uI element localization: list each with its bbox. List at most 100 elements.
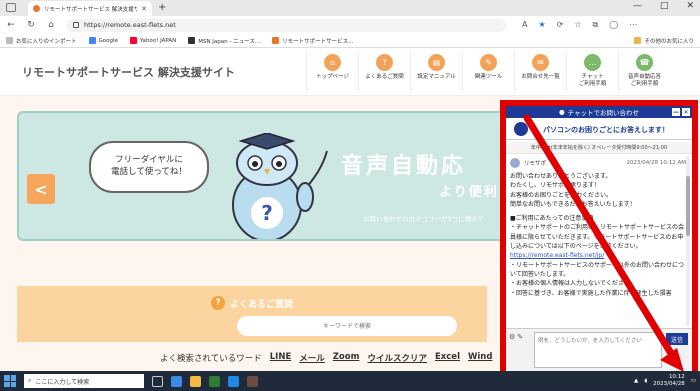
taskbar-app-explorer-icon[interactable] — [190, 375, 201, 387]
site-title[interactable]: リモートサポートサービス 解決支援サイト — [22, 64, 235, 80]
banner-headline: 音声自動応 — [341, 154, 467, 179]
chat-scrollbar[interactable] — [686, 156, 690, 326]
bookmark-import[interactable]: お気に入りのインポート — [6, 37, 77, 45]
nav-item-faq[interactable]: ? よくあるご質問 — [358, 52, 410, 92]
chat-input-area: ⚙ ✎ 送信 — [506, 328, 692, 372]
top-navigation: ⌂ トップページ ? よくあるご質問 ▤ 設定マニュアル ✎ 関連ツール ✉ お問合せ先一… — [306, 52, 670, 92]
back-icon[interactable]: ← — [6, 20, 16, 30]
taskbar-search[interactable]: ⌕ ここに入力して検索 — [24, 374, 144, 388]
more-menu-icon[interactable]: ⋯ — [629, 20, 637, 30]
collections-icon[interactable]: ⧉ — [593, 20, 599, 30]
network-icon[interactable]: ▲ — [634, 378, 638, 384]
book-icon: ▤ — [428, 54, 445, 71]
home-icon: ⌂ — [324, 54, 341, 71]
refresh-extension-icon[interactable]: ⟳ — [557, 20, 564, 30]
folder-icon — [634, 37, 642, 44]
nav-item-tools[interactable]: ✎ 関連ツール — [462, 52, 514, 92]
message-notice: ■ご利用にあたっての注意事項 ・チャットサポートのご利用は、リモートサポートサー… — [510, 215, 684, 251]
system-tray: ▲ ◖ 10:12 2023/04/28 ▭ — [634, 374, 696, 387]
bookmark-other-favorites[interactable]: その他のお気に入り — [634, 37, 694, 45]
volume-icon[interactable]: ◖ — [644, 378, 647, 384]
keyword-link-mail[interactable]: メール — [299, 352, 325, 364]
notifications-icon[interactable]: ▭ — [691, 378, 696, 384]
taskbar-app-chrome-icon[interactable] — [209, 375, 220, 387]
sender-avatar — [510, 158, 520, 168]
keyword-link-line[interactable]: LINE — [270, 352, 292, 364]
read-aloud-icon[interactable]: A — [522, 20, 527, 30]
clock-time: 10:12 — [668, 374, 685, 381]
bookmark-yahoo[interactable]: Yahoo! JAPAN — [129, 37, 176, 44]
chat-message: お問い合わせありがとうございます。 わたくし、リモサポが承ります！ お客様のお困… — [510, 172, 686, 298]
window-controls: — □ ✕ — [633, 1, 694, 11]
taskbar-search-placeholder: ここに入力して検索 — [35, 378, 90, 386]
faq-search-panel: ? よくあるご質問 — [17, 286, 487, 342]
site-favicon-icon — [33, 5, 40, 12]
faq-heading: ? よくあるご質問 — [17, 296, 487, 310]
yahoo-icon — [129, 37, 137, 44]
nav-item-manual[interactable]: ▤ 設定マニュアル — [410, 52, 462, 92]
settings-gear-icon[interactable]: ⚙ — [509, 333, 515, 341]
popular-keywords: よく検索されているワード LINE メール Zoom ウイルスクリア Excel… — [160, 352, 492, 364]
task-view-icon[interactable] — [152, 375, 163, 387]
popular-keywords-label: よく検索されているワード — [160, 354, 262, 364]
keyword-search-input[interactable] — [237, 316, 457, 336]
nav-item-contacts[interactable]: ✉ お問合せ先一覧 — [514, 52, 566, 92]
keyword-link-windows[interactable]: Wind — [468, 352, 492, 364]
bookmark-msn[interactable]: MSN Japan - ニュース... — [188, 37, 260, 45]
chat-minimize-button[interactable]: — — [672, 108, 680, 116]
google-icon — [88, 37, 96, 44]
chat-icon: … — [584, 54, 601, 71]
chat-hours: 年中無休(年末年始を除く) オペレータ受付時間9:00〜21:00 — [506, 142, 692, 154]
profile-icon[interactable]: ◯ — [609, 20, 618, 30]
chat-message-list[interactable]: リモサポ 2023/04/28 10:12 AM お問い合わせありがとうございま… — [510, 158, 686, 326]
keyword-link-excel[interactable]: Excel — [435, 352, 460, 364]
bookmarks-bar: お気に入りのインポート Google Yahoo! JAPAN MSN Japa… — [0, 34, 700, 48]
carousel-prev-button[interactable]: < — [27, 174, 55, 204]
question-icon: ? — [376, 54, 393, 71]
lock-icon — [73, 22, 79, 28]
tab-title: リモートサポートサービス 解決支援サイト — [44, 6, 138, 13]
site-header: リモートサポートサービス 解決支援サイト ⌂ トップページ ? よくあるご質問 ▤ 設… — [0, 48, 700, 96]
browser-tab[interactable]: リモートサポートサービス 解決支援サイト ✕ — [28, 1, 152, 16]
minimize-button[interactable]: — — [633, 1, 642, 11]
chat-scrollbar-thumb[interactable] — [686, 176, 690, 236]
maximize-button[interactable]: □ — [660, 1, 669, 11]
tool-icon: ✎ — [480, 54, 497, 71]
home-icon[interactable]: ⌂ — [46, 20, 56, 30]
nav-item-chat-guide[interactable]: … チャット ご利用手順 — [566, 52, 618, 92]
chat-send-button[interactable]: 送信 — [666, 333, 688, 345]
tab-close-icon[interactable]: ✕ — [141, 5, 147, 13]
chat-close-button[interactable]: ✕ — [682, 108, 690, 116]
tab-actions-icon[interactable] — [6, 3, 16, 12]
keyword-link-zoom[interactable]: Zoom — [333, 352, 360, 364]
new-tab-button[interactable]: + — [158, 2, 166, 13]
chat-message-input[interactable] — [534, 332, 662, 368]
close-window-button[interactable]: ✕ — [686, 1, 694, 11]
message-meta: リモサポ 2023/04/28 10:12 AM — [510, 158, 686, 168]
chat-tools: ⚙ ✎ — [509, 333, 523, 341]
chat-header-title: チャットでお問い合わせ — [567, 109, 640, 117]
favorites-icon[interactable]: ☆ — [574, 20, 581, 30]
chat-header-controls: — ✕ — [672, 108, 690, 116]
refresh-icon[interactable]: ↻ — [26, 20, 36, 30]
chat-subtitle: パソコンのお困りごとにお答えします！ — [506, 120, 692, 140]
bookmark-google[interactable]: Google — [88, 37, 118, 44]
taskbar-app-edge-icon[interactable] — [171, 375, 182, 387]
favorite-star-icon[interactable]: ★ — [538, 20, 545, 30]
svg-text:?: ? — [261, 201, 273, 225]
keyword-link-virus-clear[interactable]: ウイルスクリア — [367, 352, 427, 364]
message-notice-2: ・リモートサポートサービスのサポート以外のお問い合わせについて回答いたします。 … — [510, 261, 685, 297]
banner-note: お問い合わせのカテゴリーが3つに増えて — [363, 215, 484, 223]
taskbar-app-mail-icon[interactable] — [228, 375, 239, 387]
url-field[interactable]: https://remote.east-flets.net — [66, 18, 506, 32]
taskbar-app-store-icon[interactable] — [247, 375, 258, 387]
search-icon: ⌕ — [28, 377, 32, 384]
nav-item-top[interactable]: ⌂ トップページ — [306, 52, 358, 92]
bookmark-remote-support[interactable]: リモートサポートサービス... — [272, 37, 353, 45]
mail-icon: ✉ — [532, 54, 549, 71]
clock[interactable]: 10:12 2023/04/28 — [653, 374, 685, 387]
message-link[interactable]: https://remote.east-flets.net/jp/ — [510, 251, 686, 260]
windows-start-icon[interactable] — [4, 375, 16, 387]
attachment-clip-icon[interactable]: ✎ — [517, 333, 523, 341]
nav-item-voice-guide[interactable]: ☎ 音声自動応答 ご利用手順 — [618, 52, 670, 92]
